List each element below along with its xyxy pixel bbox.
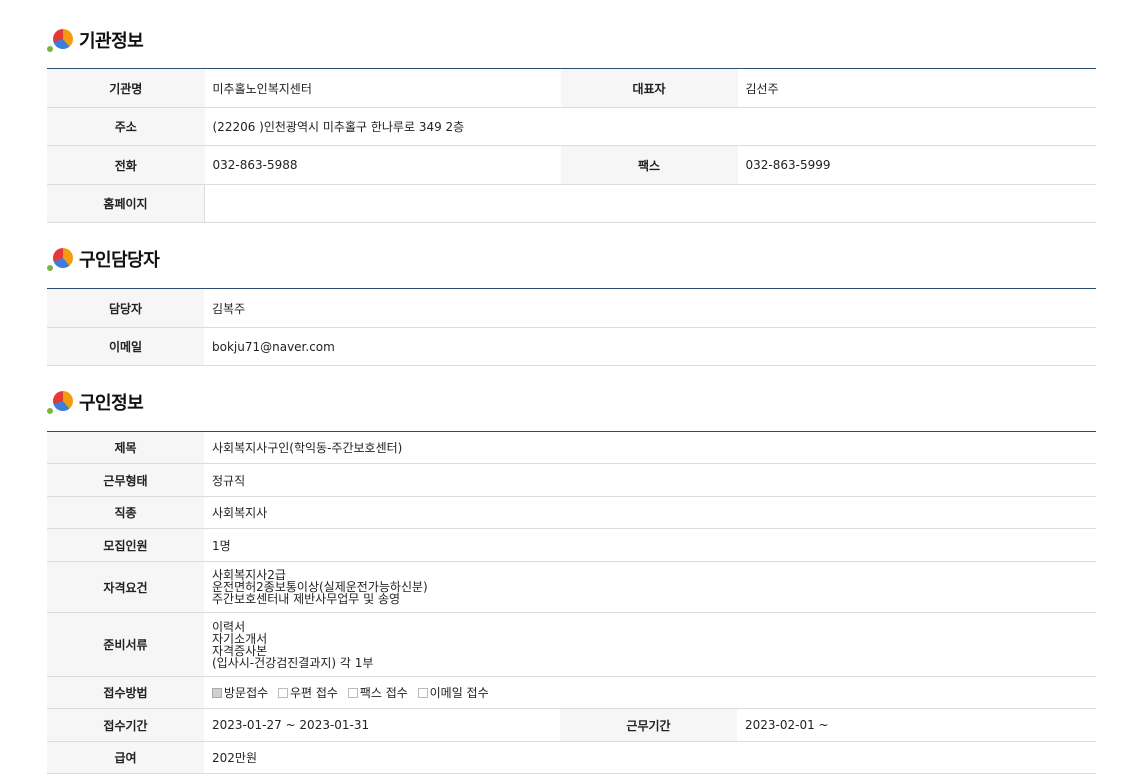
label-email: 이메일 xyxy=(47,327,204,366)
checkbox-mail[interactable]: 우편 접수 xyxy=(278,684,338,701)
label-count: 모집인원 xyxy=(47,528,204,562)
label-worktype: 근무형태 xyxy=(47,463,204,497)
value-method: 방문접수 우편 접수 팩스 접수 이메일 접수 xyxy=(204,676,1096,709)
value-org-name: 미추홀노인복지센터 xyxy=(204,68,561,108)
org-info-table: 기관명 미추홀노인복지센터 대표자 김선주 주소 (22206 )인천광역시 미… xyxy=(47,68,1096,223)
table-row: 자격요건 사회복지사2급 운전면허2종보통이상(실제운전가능하신분) 주간보호센… xyxy=(47,561,1096,613)
document-line: 이력서 xyxy=(212,619,246,634)
label-period: 접수기간 xyxy=(47,708,204,742)
checkbox-label: 팩스 접수 xyxy=(359,686,408,700)
table-row: 급여 202만원 xyxy=(47,741,1096,774)
table-row: 접수기간 2023-01-27 ~ 2023-01-31 근무기간 2023-0… xyxy=(47,708,1096,742)
table-row: 홈페이지 xyxy=(47,184,1096,223)
table-row: 모집인원 1명 xyxy=(47,528,1096,562)
checkbox-fax[interactable]: 팩스 접수 xyxy=(347,684,408,701)
table-row: 준비서류 이력서 자기소개서 자격증사본 (입사시-건강검진결과지) 각 1부 xyxy=(47,612,1096,677)
label-address: 주소 xyxy=(47,107,205,146)
label-subject: 제목 xyxy=(47,431,204,464)
bullet-logo-icon xyxy=(47,389,75,415)
label-rep: 대표자 xyxy=(560,68,738,108)
label-documents: 준비서류 xyxy=(47,612,204,677)
value-worktype: 정규직 xyxy=(204,463,1096,497)
table-row: 이메일 bokju71@naver.com xyxy=(47,327,1096,366)
checkbox-icon[interactable] xyxy=(417,687,428,698)
value-workperiod: 2023-02-01 ~ xyxy=(737,708,1096,742)
table-row: 담당자 김복주 xyxy=(47,288,1096,328)
table-row: 근무형태 정규직 xyxy=(47,463,1096,497)
checkbox-label: 방문접수 xyxy=(224,686,269,700)
label-jobtype: 직종 xyxy=(47,496,204,529)
value-fax: 032-863-5999 xyxy=(737,145,1096,185)
value-email[interactable]: bokju71@naver.com xyxy=(204,327,1096,366)
label-pay: 급여 xyxy=(47,741,204,774)
value-count: 1명 xyxy=(204,528,1096,562)
checkbox-icon[interactable] xyxy=(278,687,288,698)
checkbox-visit[interactable]: 방문접수 xyxy=(212,684,268,701)
section-title-org: 기관정보 xyxy=(47,27,144,53)
label-fax: 팩스 xyxy=(560,145,738,185)
value-phone: 032-863-5988 xyxy=(204,145,561,185)
label-qualification: 자격요건 xyxy=(47,561,204,613)
label-workperiod: 근무기간 xyxy=(560,708,737,742)
document-line: 자격증사본 xyxy=(212,643,268,658)
value-jobtype: 사회복지사 xyxy=(204,496,1096,529)
value-person: 김복주 xyxy=(204,288,1096,328)
label-homepage: 홈페이지 xyxy=(47,184,205,223)
value-rep: 김선주 xyxy=(737,68,1096,108)
value-pay: 202만원 xyxy=(204,741,1096,774)
value-address: (22206 )인천광역시 미추홀구 한나루로 349 2층 xyxy=(204,107,1096,146)
checkbox-email[interactable]: 이메일 접수 xyxy=(417,684,489,701)
checkbox-label: 이메일 접수 xyxy=(429,686,489,700)
contact-info-table: 담당자 김복주 이메일 bokju71@naver.com xyxy=(47,288,1096,366)
document-line: (입사시-건강검진결과지) 각 1부 xyxy=(212,655,374,670)
checkbox-label: 우편 접수 xyxy=(290,686,338,700)
job-info-table: 제목 사회복지사구인(학익동-주간보호센터) 근무형태 정규직 직종 사회복지사… xyxy=(47,431,1096,774)
section-heading: 기관정보 xyxy=(79,31,144,52)
value-documents: 이력서 자기소개서 자격증사본 (입사시-건강검진결과지) 각 1부 xyxy=(204,612,1096,677)
label-person: 담당자 xyxy=(47,288,204,328)
section-heading: 구인정보 xyxy=(79,393,144,414)
value-homepage[interactable] xyxy=(204,184,1096,223)
table-row: 기관명 미추홀노인복지센터 대표자 김선주 xyxy=(47,68,1096,108)
bullet-logo-icon xyxy=(47,246,75,272)
table-row: 주소 (22206 )인천광역시 미추홀구 한나루로 349 2층 xyxy=(47,107,1096,146)
section-title-contact: 구인담당자 xyxy=(47,246,160,272)
label-phone: 전화 xyxy=(47,145,205,185)
table-row: 전화 032-863-5988 팩스 032-863-5999 xyxy=(47,145,1096,185)
table-row: 직종 사회복지사 xyxy=(47,496,1096,529)
label-method: 접수방법 xyxy=(47,676,204,709)
table-row: 접수방법 방문접수 우편 접수 팩스 접수 이메일 접수 xyxy=(47,676,1096,709)
table-row: 제목 사회복지사구인(학익동-주간보호센터) xyxy=(47,431,1096,464)
checkbox-icon[interactable] xyxy=(347,687,358,698)
value-subject: 사회복지사구인(학익동-주간보호센터) xyxy=(204,431,1096,464)
value-qualification: 사회복지사2급 운전면허2종보통이상(실제운전가능하신분) 주간보호센터내 제반… xyxy=(204,561,1096,613)
section-title-job: 구인정보 xyxy=(47,389,144,415)
bullet-logo-icon xyxy=(47,27,75,53)
qualification-line: 주간보호센터내 제반사무업무 및 송영 xyxy=(212,592,401,606)
value-period: 2023-01-27 ~ 2023-01-31 xyxy=(204,708,560,742)
label-org-name: 기관명 xyxy=(47,68,205,108)
checkbox-checked-icon[interactable] xyxy=(212,687,222,698)
document-line: 자기소개서 xyxy=(212,631,268,646)
section-heading: 구인담당자 xyxy=(79,250,160,271)
